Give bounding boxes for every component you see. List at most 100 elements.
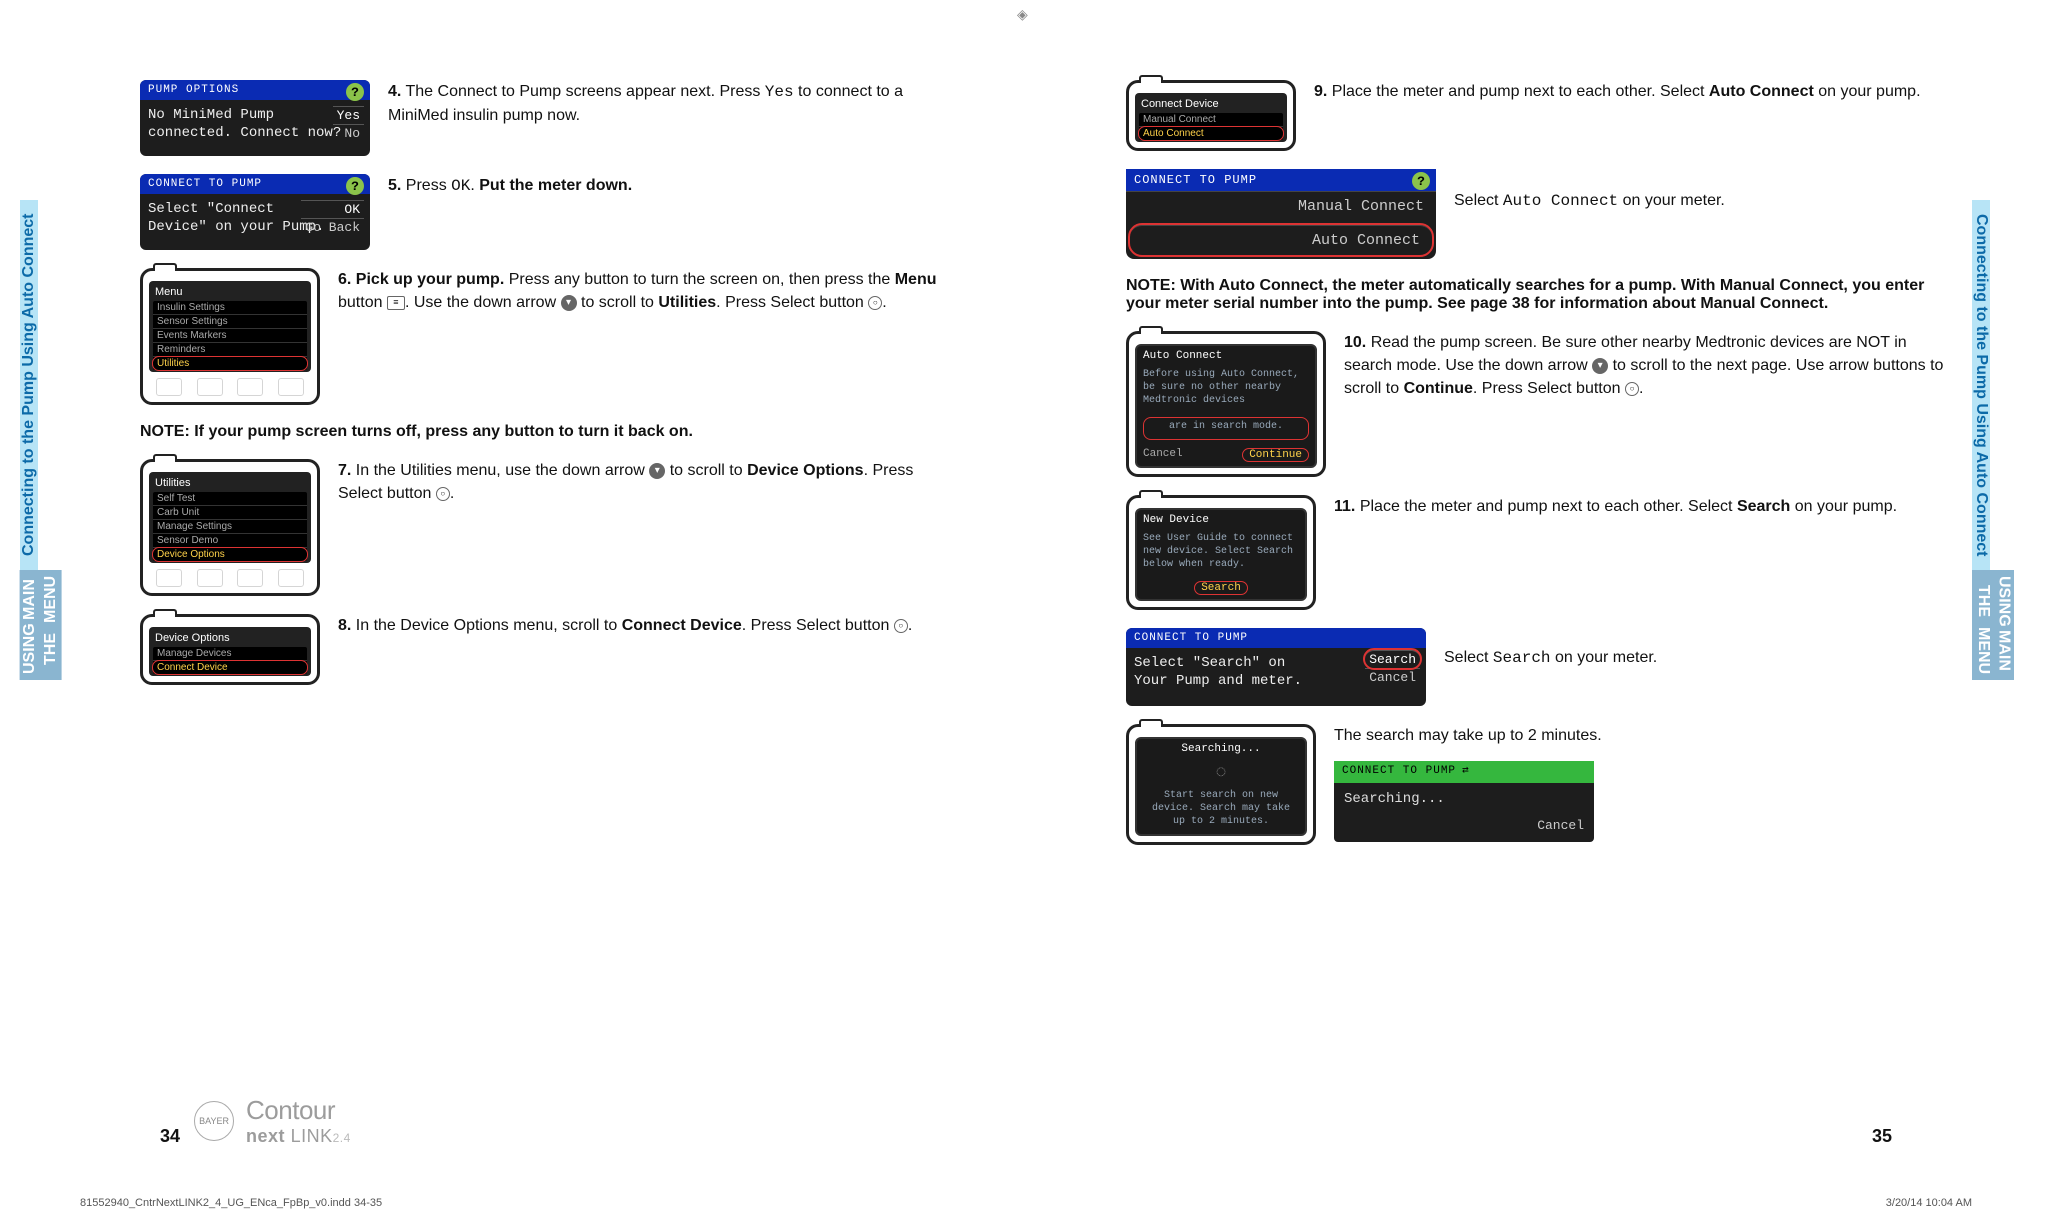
meter-screenshot-searching: CONNECT TO PUMP⇄ Searching... Cancel (1334, 761, 1594, 842)
side-tab-left: Connecting to the Pump Using Auto Connec… (20, 200, 80, 790)
pump-screenshot-auto-connect: Auto Connect Before using Auto Connect, … (1126, 331, 1326, 477)
tab-chapter-title: USING THE MAIN MENU (1972, 570, 2014, 680)
note-pump-screen-off: NOTE: If your pump screen turns off, pre… (140, 423, 960, 441)
list-item: Sensor Settings (153, 315, 307, 329)
meter-header: CONNECT TO PUMP⇄ (1334, 761, 1594, 783)
step-5-text: 5. Press OK. Put the meter down. (388, 174, 960, 198)
side-tab-right: Connecting to the Pump Using Auto Connec… (1972, 200, 2032, 790)
step-9: Connect Device Manual Connect Auto Conne… (1126, 80, 1946, 151)
search-button: Search (1194, 581, 1248, 595)
step-11: New Device See User Guide to connect new… (1126, 495, 1946, 610)
pump-screenshot-connect-device: Connect Device Manual Connect Auto Conne… (1126, 80, 1296, 151)
step-11b-text: Select Search on your meter. (1444, 628, 1946, 670)
step-7-text: 7. In the Utilities menu, use the down a… (338, 459, 960, 505)
step-4: PUMP OPTIONS ? No MiniMed Pump connected… (140, 80, 960, 156)
pump-connector-icon (1139, 490, 1163, 498)
page-content: PUMP OPTIONS ? No MiniMed Pump connected… (140, 80, 960, 685)
step-7: Utilities Self Test Carb Unit Manage Set… (140, 459, 960, 596)
select-button-icon: ○ (868, 296, 882, 310)
step-11-text: 11. Place the meter and pump next to eac… (1334, 495, 1946, 518)
option-search: Search (1365, 650, 1420, 668)
pump-connector-icon (153, 263, 177, 271)
option-yes: Yes (333, 106, 364, 124)
menu-button-icon: ≡ (387, 296, 405, 310)
meter-header: CONNECT TO PUMP (1126, 169, 1436, 191)
list-item: Manual Connect (1139, 113, 1283, 127)
list-item-selected: Device Options (153, 548, 307, 561)
help-icon: ? (1412, 172, 1430, 190)
meter-header: CONNECT TO PUMP (1126, 628, 1426, 648)
tab-section-title: Connecting to the Pump Using Auto Connec… (1972, 200, 1990, 570)
option-auto-connect: Auto Connect (1130, 225, 1432, 255)
option-cancel: Cancel (1365, 668, 1420, 686)
meter-options: OK Go Back (301, 200, 364, 236)
tab-chapter-title: USING THE MAIN MENU (20, 570, 62, 680)
help-icon: ? (346, 83, 364, 101)
pump-connector-icon (153, 454, 177, 462)
step-12: Searching... ◌ Start search on new devic… (1126, 724, 1946, 845)
pump-connector-icon (1139, 75, 1163, 83)
pump-connector-icon (1139, 719, 1163, 727)
meter-options: Yes No (333, 106, 364, 142)
list-item: Carb Unit (153, 506, 307, 520)
pump-connector-icon (153, 609, 177, 617)
step-9b: CONNECT TO PUMP ? Manual Connect Auto Co… (1126, 169, 1946, 259)
continue-button: Continue (1242, 448, 1309, 462)
step-4-text: 4. The Connect to Pump screens appear ne… (388, 80, 960, 127)
step-5: CONNECT TO PUMP ? Select "Connect Device… (140, 174, 960, 250)
pump-connector-icon (1139, 326, 1163, 334)
step-10-text: 10. Read the pump screen. Be sure other … (1344, 331, 1946, 401)
page-footer: 35 (1126, 1126, 1892, 1147)
page-number: 34 (160, 1126, 180, 1147)
option-no: No (333, 124, 364, 142)
step-6: Menu Insulin Settings Sensor Settings Ev… (140, 268, 960, 405)
step-8-text: 8. In the Device Options menu, scroll to… (338, 614, 960, 637)
note-auto-connect: NOTE: With Auto Connect, the meter autom… (1126, 277, 1946, 313)
list-item: Manage Settings (153, 520, 307, 534)
brand-logo: BAYER Contour next LINK2.4 (194, 1095, 351, 1147)
bayer-logo-icon: BAYER (194, 1101, 234, 1141)
step-11b: CONNECT TO PUMP Select "Search" on Your … (1126, 628, 1946, 706)
step-9b-text: Select Auto Connect on your meter. (1454, 169, 1946, 213)
page-34: Connecting to the Pump Using Auto Connec… (0, 0, 1026, 1227)
list-item-selected: Utilities (153, 357, 307, 370)
down-arrow-icon: ▾ (649, 463, 665, 479)
step-9-text: 9. Place the meter and pump next to each… (1314, 80, 1946, 103)
meter-header: CONNECT TO PUMP (140, 174, 370, 194)
page-number: 35 (1872, 1126, 1892, 1147)
list-item: Manage Devices (153, 647, 307, 661)
list-item: Sensor Demo (153, 534, 307, 548)
tab-section-title: Connecting to the Pump Using Auto Connec… (20, 200, 38, 570)
down-arrow-icon: ▾ (561, 295, 577, 311)
list-item-selected: Connect Device (153, 661, 307, 674)
pump-screenshot-searching: Searching... ◌ Start search on new devic… (1126, 724, 1316, 845)
down-arrow-icon: ▾ (1592, 358, 1608, 374)
list-item-selected: Auto Connect (1139, 127, 1283, 140)
step-6-text: 6. Pick up your pump. Press any button t… (338, 268, 960, 314)
page-footer: 34 BAYER Contour next LINK2.4 (160, 1095, 926, 1147)
select-button-icon: ○ (436, 487, 450, 501)
spinner-icon: ◌ (1137, 759, 1305, 787)
meter-screenshot-connect: CONNECT TO PUMP ? Select "Connect Device… (140, 174, 370, 250)
select-button-icon: ○ (894, 619, 908, 633)
page-content: Connect Device Manual Connect Auto Conne… (1126, 80, 1946, 845)
meter-header: PUMP OPTIONS (140, 80, 370, 100)
option-ok: OK (301, 200, 364, 218)
list-item: Reminders (153, 343, 307, 357)
step-8: Device Options Manage Devices Connect De… (140, 614, 960, 685)
option-cancel: Cancel (1334, 815, 1594, 842)
option-manual-connect: Manual Connect (1126, 191, 1436, 221)
page-35: Connecting to the Pump Using Auto Connec… (1026, 0, 2052, 1227)
meter-screenshot-search: CONNECT TO PUMP Select "Search" on Your … (1126, 628, 1426, 706)
print-slug-timestamp: 3/20/14 10:04 AM (1886, 1197, 1972, 1209)
spread: Connecting to the Pump Using Auto Connec… (0, 0, 2052, 1227)
step-10: Auto Connect Before using Auto Connect, … (1126, 331, 1946, 477)
list-item: Self Test (153, 492, 307, 506)
print-slug-file: 81552940_CntrNextLINK2_4_UG_ENca_FpBp_v0… (80, 1197, 382, 1209)
list-item: Events Markers (153, 329, 307, 343)
pump-screenshot-menu: Menu Insulin Settings Sensor Settings Ev… (140, 268, 320, 405)
step-12-text: The search may take up to 2 minutes. CON… (1334, 724, 1946, 842)
sync-icon: ⇄ (1462, 764, 1470, 780)
pump-screenshot-new-device: New Device See User Guide to connect new… (1126, 495, 1316, 610)
pump-screenshot-utilities: Utilities Self Test Carb Unit Manage Set… (140, 459, 320, 596)
